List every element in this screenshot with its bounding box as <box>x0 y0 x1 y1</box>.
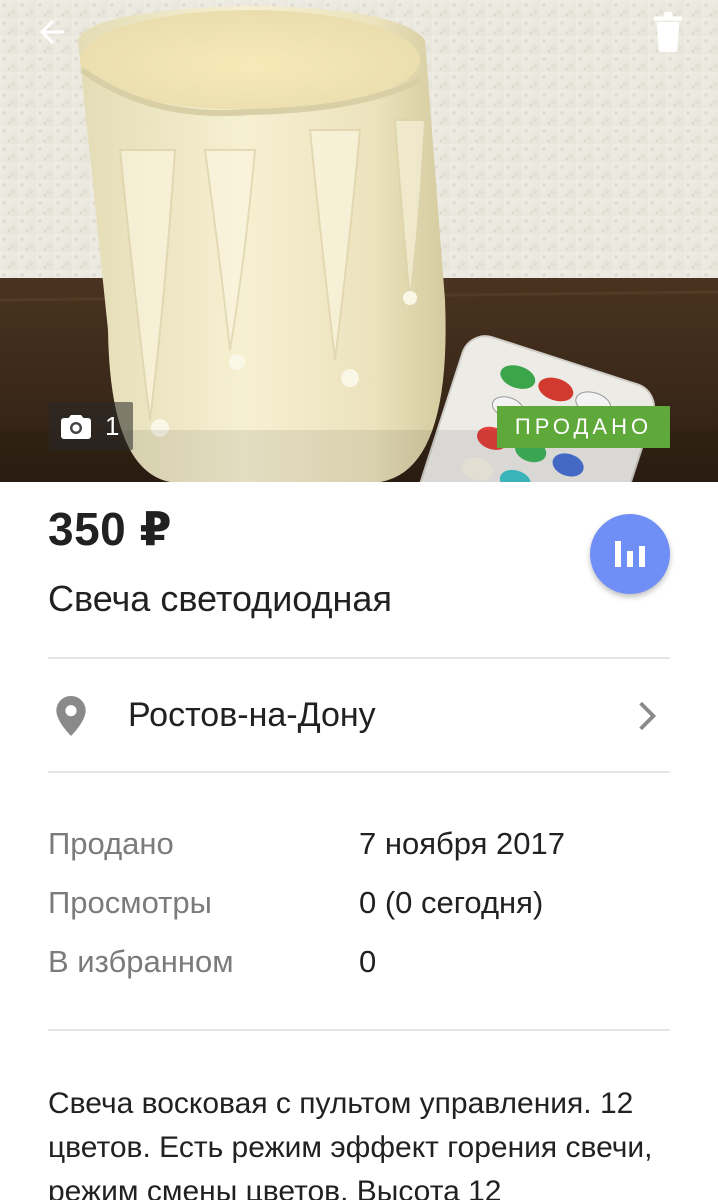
listing-title: Свеча светодиодная <box>48 578 392 619</box>
divider <box>48 657 670 659</box>
back-button[interactable] <box>24 6 80 58</box>
sold-date-value: 7 ноября 2017 <box>359 826 566 861</box>
favorites-value: 0 <box>359 944 377 979</box>
chevron-right-icon <box>636 700 658 737</box>
listing-screen: 1 ПРОДАНО 350 ₽ Свеча светодиодная Росто… <box>0 0 718 1200</box>
arrow-back-icon <box>40 20 64 44</box>
location-pin-icon <box>54 696 88 741</box>
listing-photo[interactable]: 1 ПРОДАНО <box>0 0 718 482</box>
views-label: Просмотры <box>48 885 212 920</box>
bar-chart-icon <box>615 541 645 567</box>
camera-icon <box>61 413 91 439</box>
listing-description: Свеча восковая с пультом управления. 12 … <box>48 1087 653 1200</box>
divider <box>48 771 670 773</box>
sold-date-label: Продано <box>48 826 174 861</box>
delete-button[interactable] <box>642 6 694 58</box>
statistics-button[interactable] <box>590 514 670 594</box>
location-city: Ростов-на-Дону <box>128 696 376 734</box>
photo-counter[interactable]: 1 <box>49 402 134 450</box>
favorites-label: В избранном <box>48 944 234 979</box>
views-value: 0 (0 сегодня) <box>359 885 544 920</box>
divider <box>48 1029 670 1031</box>
location-row[interactable]: Ростов-на-Дону <box>0 660 718 772</box>
listing-price: 350 ₽ <box>48 503 173 555</box>
sold-status-badge: ПРОДАНО <box>497 406 670 448</box>
trash-icon <box>653 12 683 52</box>
photo-count-value: 1 <box>105 410 120 441</box>
